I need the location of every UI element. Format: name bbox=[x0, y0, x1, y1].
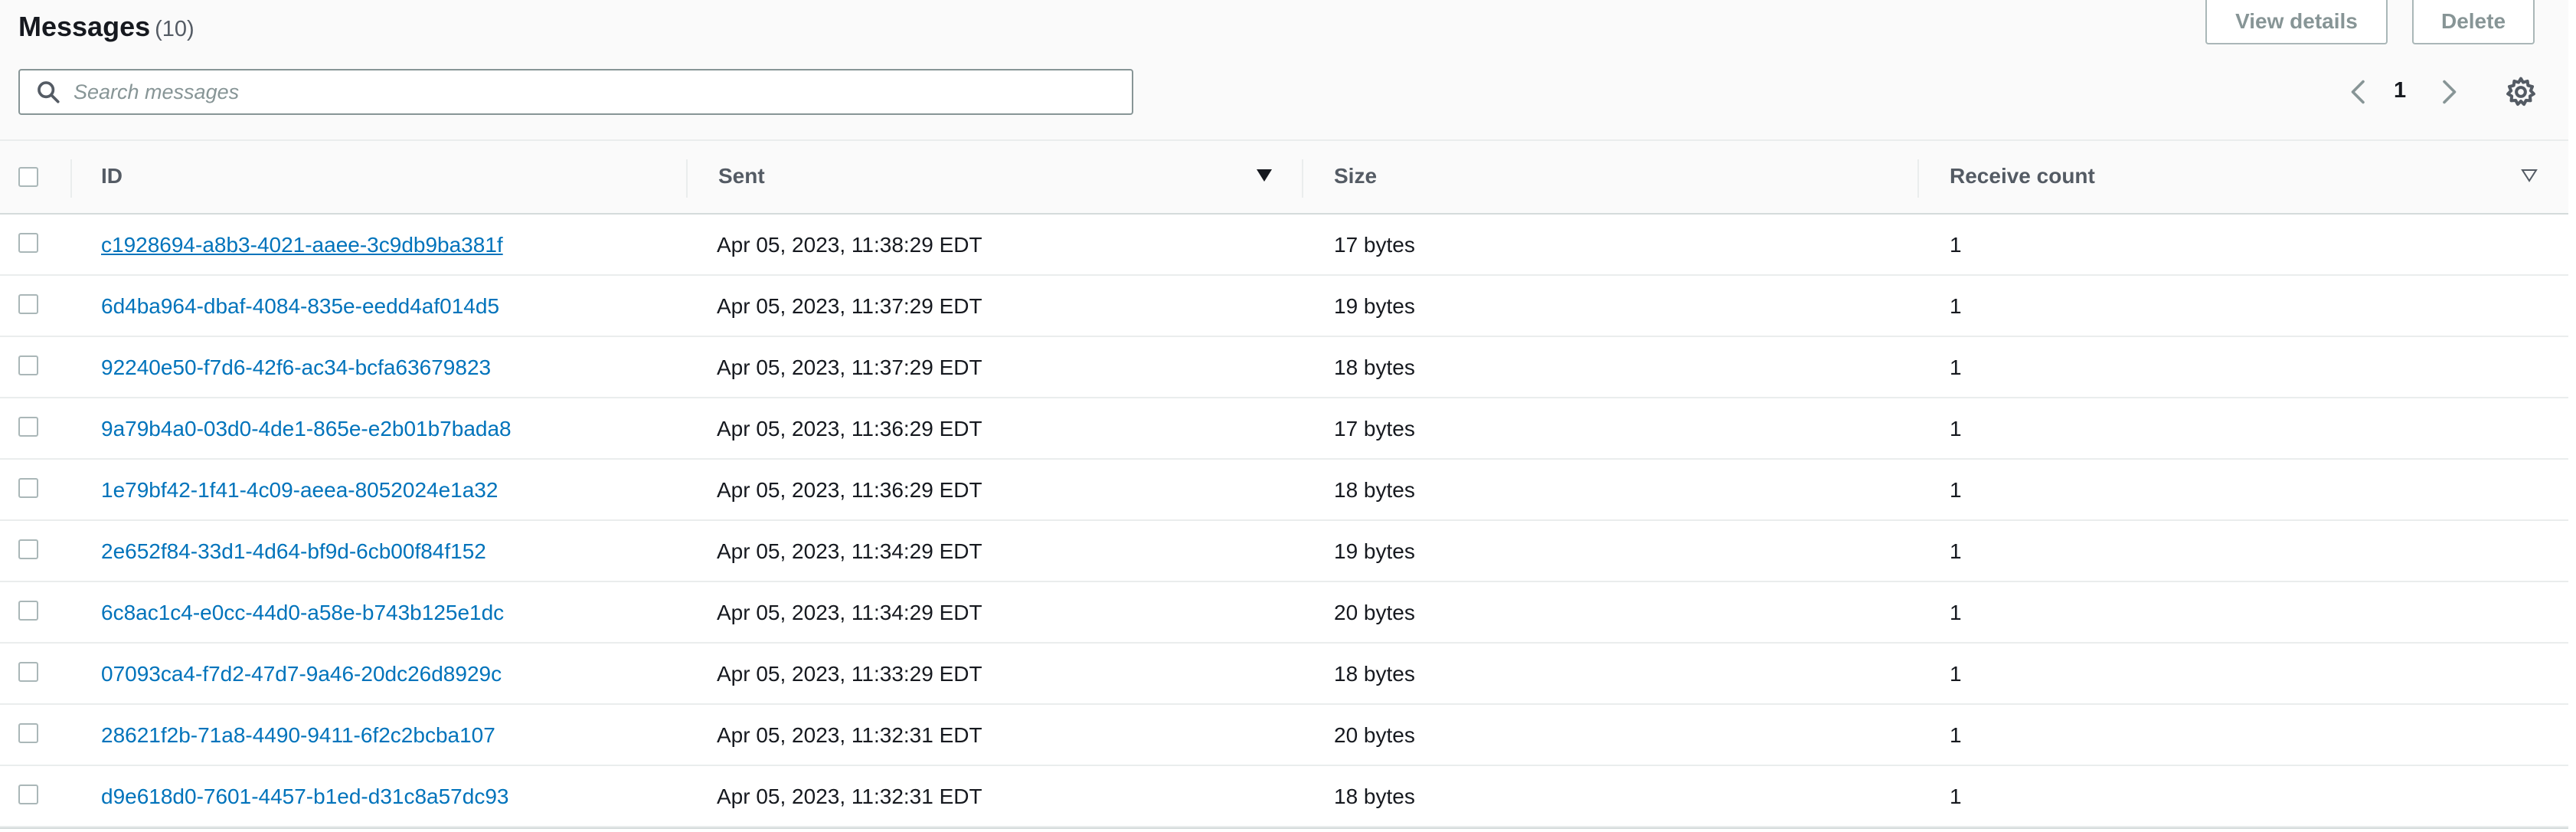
message-id-link[interactable]: 1e79bf42-1f41-4c09-aeea-8052024e1a32 bbox=[101, 478, 498, 503]
message-id-link[interactable]: 6c8ac1c4-e0cc-44d0-a58e-b743b125e1dc bbox=[101, 601, 504, 625]
receive-count-cell: 1 bbox=[1950, 478, 1962, 502]
search-box[interactable] bbox=[18, 69, 1133, 115]
row-checkbox[interactable] bbox=[18, 539, 38, 559]
sent-cell: Apr 05, 2023, 11:34:29 EDT bbox=[717, 539, 982, 563]
row-checkbox[interactable] bbox=[18, 662, 38, 682]
receive-count-cell: 1 bbox=[1950, 785, 1962, 808]
message-id-link[interactable]: 07093ca4-f7d2-47d7-9a46-20dc26d8929c bbox=[101, 662, 502, 686]
column-header-id[interactable]: ID bbox=[101, 164, 123, 188]
size-cell: 18 bytes bbox=[1334, 785, 1415, 808]
receive-count-cell: 1 bbox=[1950, 355, 1962, 379]
receive-count-cell: 1 bbox=[1950, 662, 1962, 686]
page-title: Messages (10) bbox=[18, 11, 195, 43]
message-id-link[interactable]: 6d4ba964-dbaf-4084-835e-eedd4af014d5 bbox=[101, 294, 499, 319]
size-cell: 20 bytes bbox=[1334, 601, 1415, 624]
message-id-link[interactable]: d9e618d0-7601-4457-b1ed-d31c8a57dc93 bbox=[101, 785, 508, 809]
table-row[interactable]: 9a79b4a0-03d0-4de1-865e-e2b01b7bada8 Apr… bbox=[0, 398, 2568, 460]
panel-header: Messages(10) View details Delete 1 bbox=[0, 0, 2568, 139]
receive-count-cell: 1 bbox=[1950, 417, 1962, 441]
size-cell: 18 bytes bbox=[1334, 355, 1415, 379]
message-id-link[interactable]: 28621f2b-71a8-4490-9411-6f2c2bcba107 bbox=[101, 723, 495, 748]
receive-count-cell: 1 bbox=[1950, 294, 1962, 318]
column-header-size[interactable]: Size bbox=[1334, 164, 1377, 188]
select-all-checkbox[interactable] bbox=[18, 167, 38, 187]
size-cell: 18 bytes bbox=[1334, 478, 1415, 502]
sent-cell: Apr 05, 2023, 11:37:29 EDT bbox=[717, 294, 982, 318]
messages-panel: Messages(10) View details Delete 1 bbox=[0, 0, 2568, 829]
table-row[interactable]: 6d4ba964-dbaf-4084-835e-eedd4af014d5 Apr… bbox=[0, 276, 2568, 337]
column-divider[interactable] bbox=[1917, 159, 1919, 198]
table-row[interactable]: 07093ca4-f7d2-47d7-9a46-20dc26d8929c Apr… bbox=[0, 644, 2568, 705]
message-id-link[interactable]: 92240e50-f7d6-42f6-ac34-bcfa63679823 bbox=[101, 355, 491, 380]
search-icon bbox=[38, 81, 60, 103]
search-input[interactable] bbox=[74, 80, 1115, 104]
message-id-link[interactable]: 2e652f84-33d1-4d64-bf9d-6cb00f84f152 bbox=[101, 539, 486, 564]
table-row[interactable]: d9e618d0-7601-4457-b1ed-d31c8a57dc93 Apr… bbox=[0, 766, 2568, 827]
column-divider[interactable] bbox=[1302, 159, 1303, 198]
sent-cell: Apr 05, 2023, 11:34:29 EDT bbox=[717, 601, 982, 624]
size-cell: 20 bytes bbox=[1334, 723, 1415, 747]
table-row[interactable]: c1928694-a8b3-4021-aaee-3c9db9ba381f Apr… bbox=[0, 215, 2568, 276]
message-id-link[interactable]: c1928694-a8b3-4021-aaee-3c9db9ba381f bbox=[101, 233, 503, 257]
chevron-left-icon[interactable] bbox=[2345, 77, 2372, 107]
table-row[interactable]: 6c8ac1c4-e0cc-44d0-a58e-b743b125e1dc Apr… bbox=[0, 582, 2568, 644]
column-header-sent[interactable]: Sent bbox=[718, 164, 765, 188]
row-checkbox[interactable] bbox=[18, 601, 38, 621]
column-divider[interactable] bbox=[686, 159, 688, 198]
column-divider bbox=[70, 159, 72, 198]
size-cell: 17 bytes bbox=[1334, 233, 1415, 257]
receive-count-cell: 1 bbox=[1950, 233, 1962, 257]
title-text: Messages bbox=[18, 11, 151, 42]
column-header-receive-count[interactable]: Receive count bbox=[1950, 164, 2095, 188]
sent-cell: Apr 05, 2023, 11:36:29 EDT bbox=[717, 417, 982, 441]
receive-count-cell: 1 bbox=[1950, 723, 1962, 747]
table-row[interactable]: 28621f2b-71a8-4490-9411-6f2c2bcba107 Apr… bbox=[0, 705, 2568, 766]
message-count: (10) bbox=[155, 17, 195, 41]
size-cell: 17 bytes bbox=[1334, 417, 1415, 441]
sent-cell: Apr 05, 2023, 11:32:31 EDT bbox=[717, 785, 982, 808]
sent-cell: Apr 05, 2023, 11:38:29 EDT bbox=[717, 233, 982, 257]
size-cell: 19 bytes bbox=[1334, 294, 1415, 318]
size-cell: 19 bytes bbox=[1334, 539, 1415, 563]
delete-button[interactable]: Delete bbox=[2412, 0, 2535, 44]
row-checkbox[interactable] bbox=[18, 294, 38, 314]
current-page-number[interactable]: 1 bbox=[2394, 78, 2406, 103]
sent-cell: Apr 05, 2023, 11:36:29 EDT bbox=[717, 478, 982, 502]
view-details-button[interactable]: View details bbox=[2205, 0, 2388, 44]
row-checkbox[interactable] bbox=[18, 417, 38, 437]
gear-icon[interactable] bbox=[2504, 75, 2538, 109]
size-cell: 18 bytes bbox=[1334, 662, 1415, 686]
messages-table: ID Sent Size Receive count c1928694-a8b3… bbox=[0, 139, 2568, 827]
sent-cell: Apr 05, 2023, 11:33:29 EDT bbox=[717, 662, 982, 686]
sent-cell: Apr 05, 2023, 11:32:31 EDT bbox=[717, 723, 982, 747]
receive-count-cell: 1 bbox=[1950, 601, 1962, 624]
table-row[interactable]: 2e652f84-33d1-4d64-bf9d-6cb00f84f152 Apr… bbox=[0, 521, 2568, 582]
row-checkbox[interactable] bbox=[18, 478, 38, 498]
row-checkbox[interactable] bbox=[18, 233, 38, 253]
row-checkbox[interactable] bbox=[18, 355, 38, 375]
chevron-right-icon[interactable] bbox=[2435, 77, 2463, 107]
caret-down-outline-icon[interactable] bbox=[2521, 169, 2538, 182]
table-header: ID Sent Size Receive count bbox=[0, 139, 2568, 215]
row-checkbox[interactable] bbox=[18, 723, 38, 743]
message-id-link[interactable]: 9a79b4a0-03d0-4de1-865e-e2b01b7bada8 bbox=[101, 417, 512, 441]
table-body: c1928694-a8b3-4021-aaee-3c9db9ba381f Apr… bbox=[0, 215, 2568, 827]
table-row[interactable]: 1e79bf42-1f41-4c09-aeea-8052024e1a32 Apr… bbox=[0, 460, 2568, 521]
sent-cell: Apr 05, 2023, 11:37:29 EDT bbox=[717, 355, 982, 379]
row-checkbox[interactable] bbox=[18, 785, 38, 804]
caret-down-icon[interactable] bbox=[1256, 169, 1273, 182]
receive-count-cell: 1 bbox=[1950, 539, 1962, 563]
table-row[interactable]: 92240e50-f7d6-42f6-ac34-bcfa63679823 Apr… bbox=[0, 337, 2568, 398]
